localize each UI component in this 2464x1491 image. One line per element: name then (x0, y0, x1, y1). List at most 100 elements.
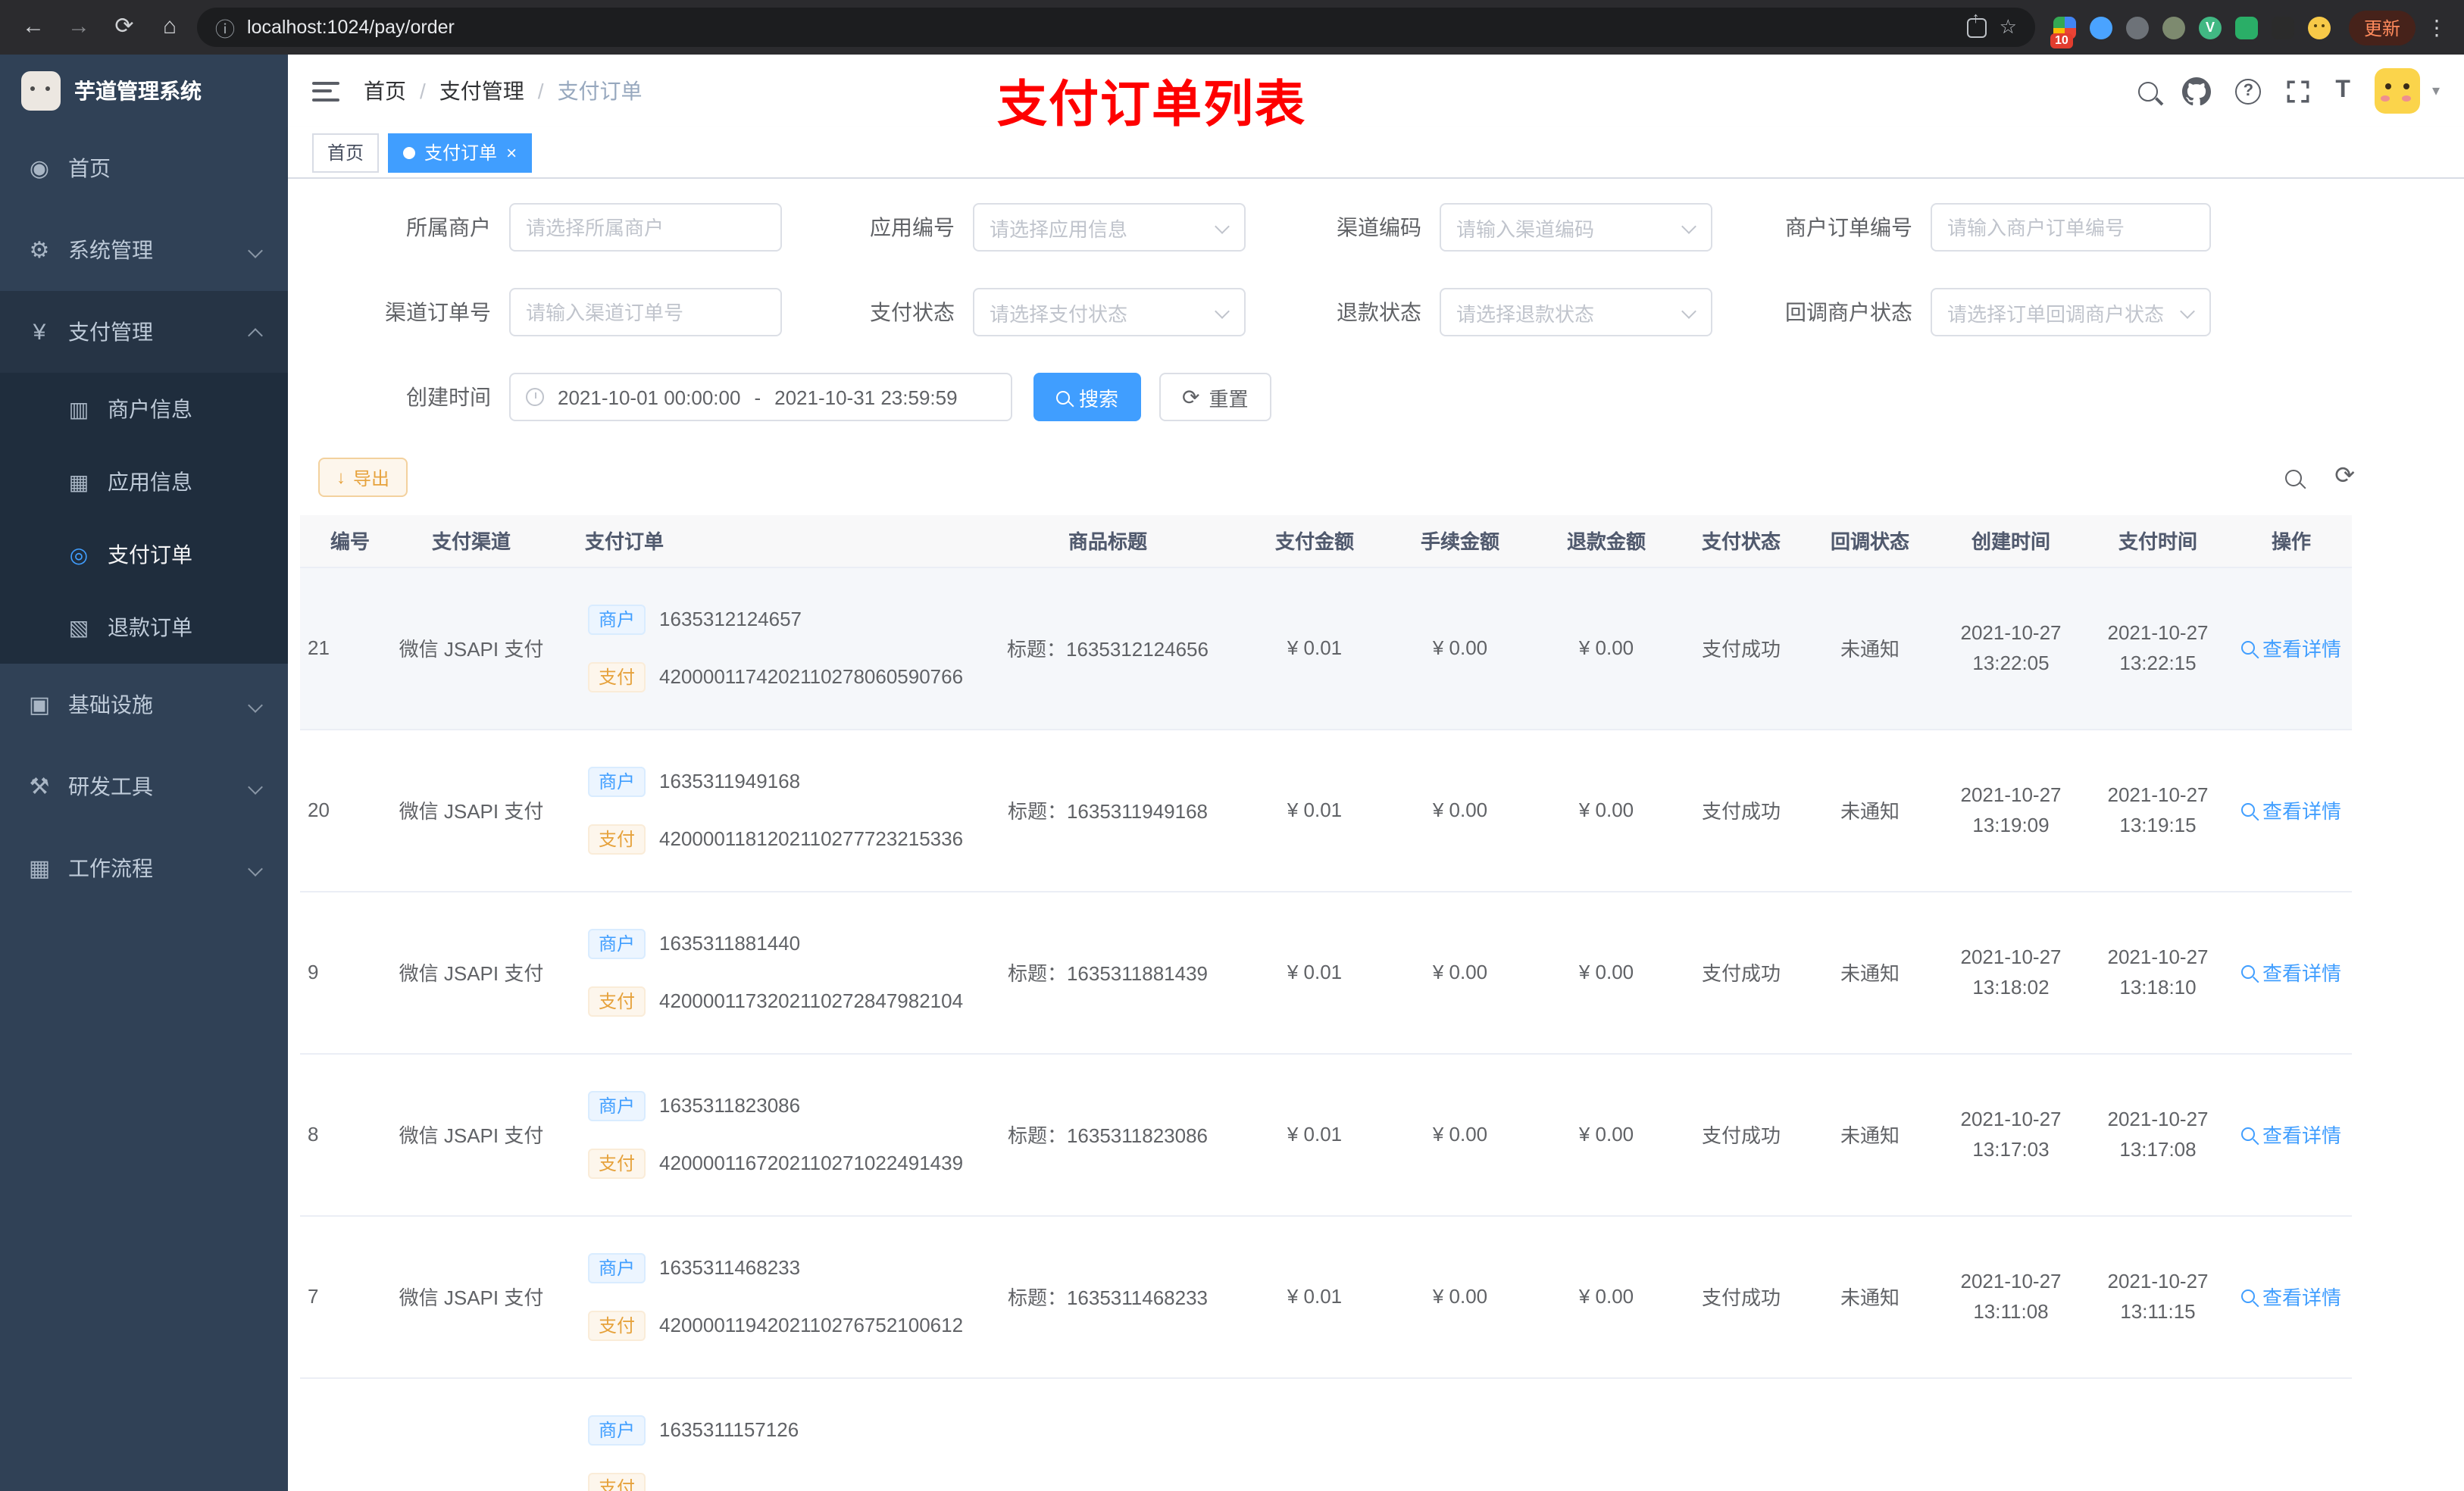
view-detail-link[interactable]: 查看详情 (2240, 1120, 2341, 1149)
table-row[interactable]: 21 微信 JSAPI 支付 商户 1635312124657 支付 4200001… (300, 567, 2352, 730)
channel-code-select[interactable]: 请输入渠道编码 (1440, 203, 1712, 252)
cell-pay-time (2085, 1377, 2231, 1491)
back-icon[interactable]: ← (15, 9, 52, 45)
chevron-down-icon (1681, 219, 1696, 234)
annotation-title: 支付订单列表 (997, 76, 1306, 132)
address-bar[interactable]: ⓘ localhost:1024/pay/order ↑ ☆ (197, 8, 2035, 47)
vue-devtools-icon[interactable]: V (2198, 16, 2222, 39)
cell-amount (1243, 1377, 1387, 1491)
table-row[interactable]: 商户 1635311157126 支付 (300, 1377, 2352, 1491)
tag-home[interactable]: 首页 (312, 133, 380, 172)
reload-icon[interactable]: ⟳ (106, 9, 142, 45)
export-button[interactable]: ↓ 导出 (318, 458, 408, 497)
sidebar-item-payment[interactable]: ¥ 支付管理 (0, 291, 288, 373)
font-size-icon[interactable]: T (2335, 77, 2350, 105)
sidebar-item-infrastructure[interactable]: ▣ 基础设施 (0, 664, 288, 746)
search-button[interactable]: 搜索 (1033, 373, 1142, 421)
logo-avatar (21, 71, 61, 111)
merchant-badge: 商户 (588, 766, 646, 796)
chat-extension-icon[interactable] (2234, 16, 2258, 39)
extension-icon[interactable]: 10 (2050, 16, 2076, 48)
navbar-actions: ? T ▾ (2138, 68, 2440, 114)
create-time-range-picker[interactable]: 2021-10-01 00:00:00 - 2021-10-31 23:59:5… (509, 373, 1012, 421)
channel-order-no-input[interactable] (509, 288, 782, 336)
close-icon[interactable]: × (506, 143, 517, 161)
share-icon[interactable]: ↑ (1967, 10, 1987, 37)
pay-badge: 支付 (588, 986, 646, 1016)
profile-avatar-icon[interactable] (2307, 16, 2331, 39)
view-detail-link[interactable]: 查看详情 (2240, 958, 2341, 986)
cell-order: 商户 1635311881440 支付 4200001173202110272847… (570, 891, 973, 1054)
help-icon[interactable]: ? (2235, 78, 2262, 104)
view-detail-link[interactable]: 查看详情 (2240, 796, 2341, 824)
chrome-menu-icon[interactable]: ⋮ (2425, 14, 2449, 40)
chrome-update-button[interactable]: 更新 (2348, 10, 2416, 45)
chevron-down-icon (1215, 304, 1230, 319)
cell-order: 商户 1635311468233 支付 4200001194202110276752… (570, 1215, 973, 1378)
bookmark-star-icon[interactable]: ☆ (2000, 15, 2017, 39)
browser-chrome: ← → ⟳ ⌂ ⓘ localhost:1024/pay/order ↑ ☆ 1… (0, 0, 2464, 55)
table-row[interactable]: 7 微信 JSAPI 支付 商户 1635311468233 支付 42000011… (300, 1215, 2352, 1378)
sidebar-item-pay-order[interactable]: ◎ 支付订单 (0, 518, 288, 591)
app-logo: 芋道管理系统 (0, 55, 288, 127)
notify-status-select[interactable]: 请选择订单回调商户状态 (1931, 288, 2211, 336)
magnifier-icon (2240, 1127, 2255, 1141)
cell-notify: 未通知 (1803, 729, 1937, 892)
cell-id: 7 (300, 1215, 373, 1378)
cell-amount: ¥ 0.01 (1243, 891, 1387, 1054)
table-toolbar: ↓ 导出 ⟳ (318, 458, 2434, 497)
reset-button[interactable]: ⟳ 重置 (1159, 373, 1271, 421)
search-icon[interactable] (2138, 81, 2159, 101)
merchant-input[interactable] (509, 203, 782, 252)
view-detail-link[interactable]: 查看详情 (2240, 1282, 2341, 1311)
cell-action: 查看详情 (2231, 1053, 2352, 1216)
forward-icon[interactable]: → (61, 9, 97, 45)
pay-status-select[interactable]: 请选择支付状态 (973, 288, 1246, 336)
breadcrumb-payment[interactable]: 支付管理 (439, 76, 524, 106)
view-detail-link[interactable]: 查看详情 (2240, 633, 2341, 662)
breadcrumb-home[interactable]: 首页 (364, 76, 406, 106)
table-row[interactable]: 9 微信 JSAPI 支付 商户 1635311881440 支付 42000011… (300, 891, 2352, 1054)
cell-order: 商户 1635311157126 支付 (570, 1377, 973, 1491)
cell-action: 查看详情 (2231, 891, 2352, 1054)
cell-order: 商户 1635312124657 支付 4200001174202110278060… (570, 567, 973, 730)
sidebar-item-workflow[interactable]: ▦ 工作流程 (0, 827, 288, 909)
cell-channel: 微信 JSAPI 支付 (373, 1053, 570, 1216)
tools-icon: ⚒ (29, 774, 50, 800)
sidebar-item-system[interactable]: ⚙ 系统管理 (0, 209, 288, 291)
fullscreen-icon[interactable] (2285, 78, 2311, 104)
cell-create-time: 2021-10-27 13:22:05 (1937, 567, 2085, 730)
sidebar-item-app-info[interactable]: ▦ 应用信息 (0, 445, 288, 518)
avatar-caret-icon[interactable]: ▾ (2432, 83, 2440, 99)
home-icon[interactable]: ⌂ (152, 9, 188, 45)
github-icon[interactable] (2182, 77, 2212, 105)
app-select[interactable]: 请选择应用信息 (973, 203, 1246, 252)
page-content: 所属商户 应用编号 请选择应用信息 渠道编码 请输入渠道编码 商户订单编号 渠道… (288, 179, 2464, 1491)
sidebar-item-dev-tools[interactable]: ⚒ 研发工具 (0, 746, 288, 827)
toggle-search-icon[interactable] (2284, 469, 2302, 486)
sidebar-toggle-icon[interactable] (312, 81, 339, 101)
table-header-row: 编号 支付渠道 支付订单 商品标题 支付金额 手续金额 退款金额 支付状态 回调… (300, 515, 2352, 567)
extension-icon[interactable] (2162, 16, 2185, 39)
extension-icon[interactable] (2271, 16, 2294, 39)
merchant-order-no: 1635311881440 (659, 932, 801, 955)
extension-icon[interactable] (2125, 16, 2149, 39)
sidebar-item-home[interactable]: ◉ 首页 (0, 127, 288, 209)
table-row[interactable]: 8 微信 JSAPI 支付 商户 1635311823086 支付 42000011… (300, 1053, 2352, 1216)
table-row[interactable]: 20 微信 JSAPI 支付 商户 1635311949168 支付 4200001… (300, 729, 2352, 892)
sidebar-item-refund-order[interactable]: ▧ 退款订单 (0, 591, 288, 664)
refresh-table-icon[interactable]: ⟳ (2334, 464, 2355, 489)
cell-action: 查看详情 (2231, 1215, 2352, 1378)
tag-pay-order[interactable]: 支付订单 × (388, 133, 533, 172)
pay-badge: 支付 (588, 661, 646, 692)
merchant-order-no-input[interactable] (1931, 203, 2211, 252)
site-info-icon[interactable]: ⓘ (215, 13, 235, 42)
col-create-time: 创建时间 (1937, 515, 2085, 567)
cell-title: 标题：1635311949168 (973, 729, 1243, 892)
cell-status: 支付成功 (1679, 891, 1803, 1054)
refund-status-select[interactable]: 请选择退款状态 (1440, 288, 1712, 336)
sidebar-item-merchant-info[interactable]: ▥ 商户信息 (0, 373, 288, 445)
user-avatar[interactable] (2374, 68, 2420, 114)
extension-icon[interactable] (2089, 16, 2112, 39)
cell-refund: ¥ 0.00 (1534, 891, 1679, 1054)
